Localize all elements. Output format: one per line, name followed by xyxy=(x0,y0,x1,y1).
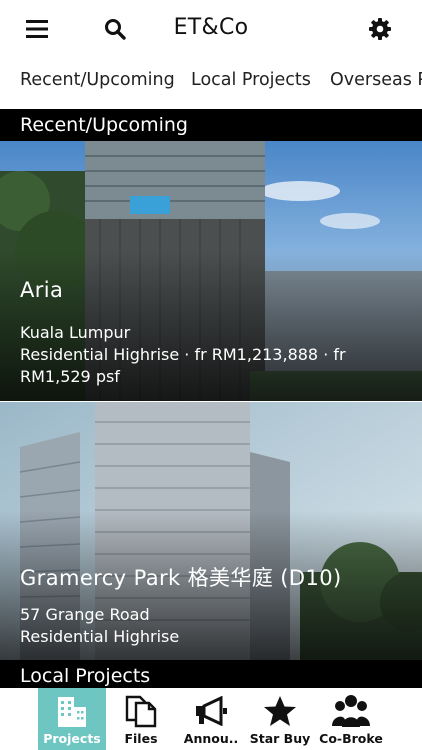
bottom-navigation: Projects Files Annou.. Star Buy Co-Broke xyxy=(0,688,422,750)
settings-button[interactable] xyxy=(364,13,396,45)
project-card-aria[interactable]: Aria Kuala Lumpur Residential Highrise ·… xyxy=(0,141,422,401)
project-name: Gramercy Park 格美华庭 (D10) xyxy=(20,566,342,590)
section-header-local-projects: Local Projects xyxy=(0,660,422,688)
project-location: 57 Grange Road xyxy=(20,605,150,624)
nav-star-buy[interactable]: Star Buy xyxy=(248,688,312,750)
top-bar: ET&Co xyxy=(0,0,422,58)
nav-label: Projects xyxy=(43,731,101,746)
project-name: Aria xyxy=(20,278,64,302)
tab-overseas-projects[interactable]: Overseas P xyxy=(330,70,422,90)
project-info: Residential Highrise xyxy=(20,627,180,646)
nav-announcements[interactable]: Annou.. xyxy=(178,688,244,750)
nav-label: Annou.. xyxy=(183,731,239,746)
nav-files[interactable]: Files xyxy=(110,688,172,750)
tab-local-projects[interactable]: Local Projects xyxy=(191,70,311,90)
tab-recent-upcoming[interactable]: Recent/Upcoming xyxy=(20,70,175,90)
nav-projects[interactable]: Projects xyxy=(38,688,106,750)
app-title: ET&Co xyxy=(173,15,249,40)
files-icon xyxy=(110,694,172,728)
section-header-recent-upcoming: Recent/Upcoming xyxy=(0,109,422,141)
nav-label: Files xyxy=(124,731,158,746)
group-icon xyxy=(316,694,386,728)
project-location: Kuala Lumpur xyxy=(20,323,131,342)
star-icon xyxy=(248,694,312,728)
category-tabs: Recent/Upcoming Local Projects Overseas … xyxy=(0,58,422,106)
nav-co-broke[interactable]: Co-Broke xyxy=(316,688,386,750)
project-card-gramercy-park[interactable]: Gramercy Park 格美华庭 (D10) 57 Grange Road … xyxy=(0,402,422,660)
buildings-icon xyxy=(38,694,106,728)
megaphone-icon xyxy=(178,694,244,728)
nav-label: Star Buy xyxy=(249,731,311,746)
gear-icon xyxy=(369,18,391,40)
nav-label: Co-Broke xyxy=(319,731,383,746)
project-info: Residential Highrise · fr RM1,213,888 · … xyxy=(20,345,346,386)
